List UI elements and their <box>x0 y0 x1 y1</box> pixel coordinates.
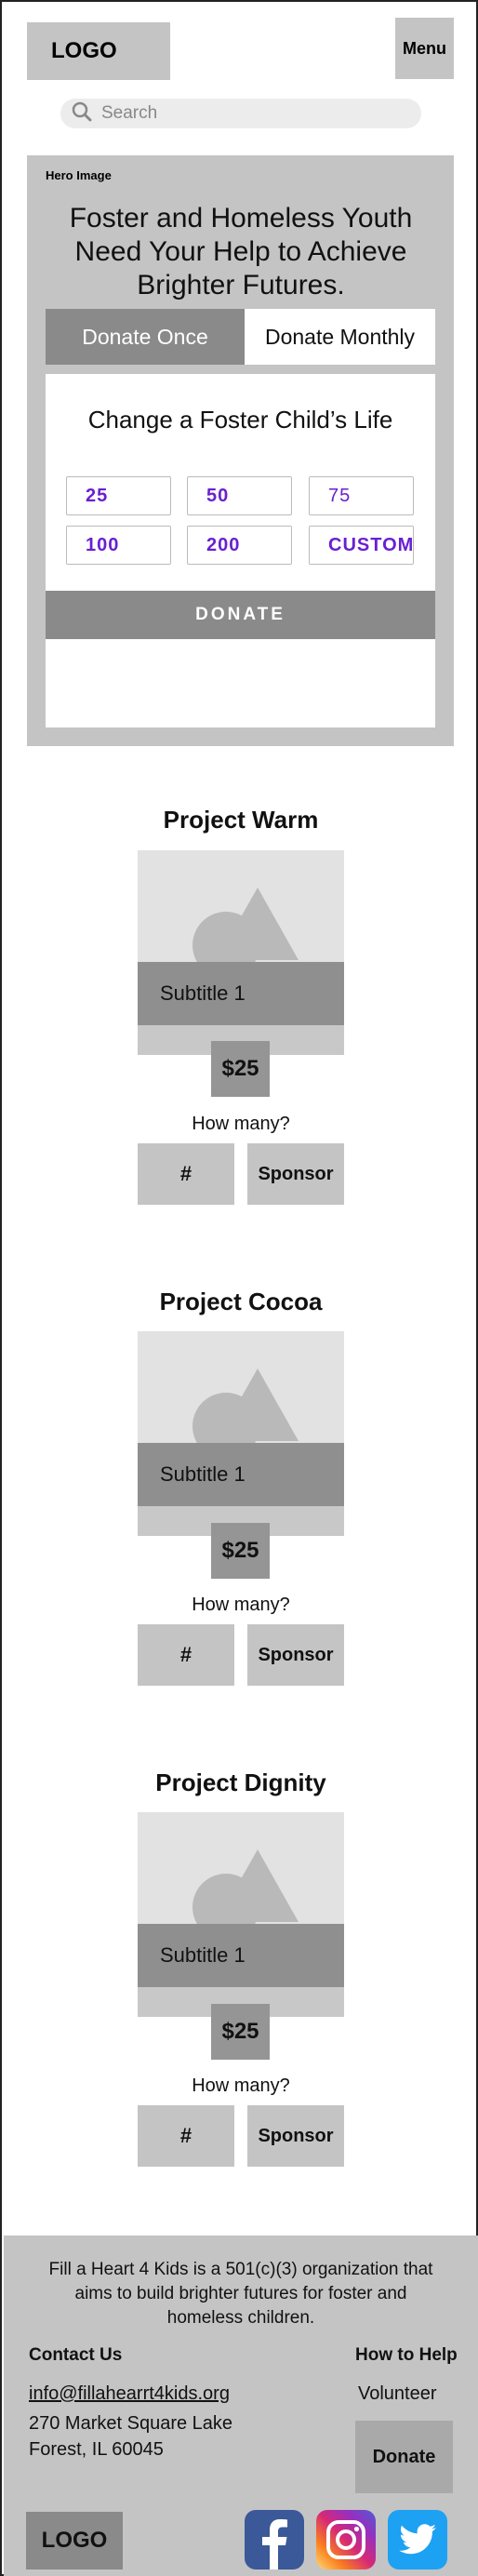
project-subtitle: Subtitle 1 <box>160 1943 246 1967</box>
project-image: Subtitle 1 <box>138 1331 344 1536</box>
instagram-icon[interactable] <box>316 2510 376 2569</box>
project-image: Subtitle 1 <box>138 1812 344 2017</box>
donation-card: Change a Foster Child’s Life 25 50 75 10… <box>46 374 435 727</box>
menu-button[interactable]: Menu <box>395 18 454 79</box>
project-title: Project Dignity <box>155 1768 326 1796</box>
how-many-label: How many? <box>192 1114 290 1134</box>
amount-option-25[interactable]: 25 <box>66 476 171 515</box>
amount-option-75[interactable]: 75 <box>309 476 414 515</box>
footer: Fill a Heart 4 Kids is a 501(c)(3) organ… <box>4 2236 478 2576</box>
sponsor-button[interactable]: Sponsor <box>247 1143 344 1205</box>
footer-donate-button[interactable]: Donate <box>355 2421 453 2493</box>
hero-title: Foster and Homeless Youth Need Your Help… <box>69 203 413 300</box>
amount-option-200[interactable]: 200 <box>187 526 292 565</box>
hero-section: Hero Image Foster and Homeless Youth Nee… <box>27 155 454 746</box>
project-subtitle-bar: Subtitle 1 <box>138 1924 344 1987</box>
volunteer-link[interactable]: Volunteer <box>358 2383 437 2405</box>
project-subtitle-bar: Subtitle 1 <box>138 962 344 1025</box>
how-many-label: How many? <box>192 2075 290 2096</box>
project-title: Project Cocoa <box>159 1288 323 1315</box>
page-frame: LOGO Menu Hero Image Foster and Homeless… <box>0 0 478 2576</box>
amount-option-50[interactable]: 50 <box>187 476 292 515</box>
how-many-label: How many? <box>192 1595 290 1615</box>
how-to-help-heading: How to Help <box>355 2345 458 2365</box>
search-input[interactable] <box>101 103 399 124</box>
donate-button[interactable]: DONATE <box>46 591 435 639</box>
project-subtitle: Subtitle 1 <box>160 981 246 1005</box>
project-price: $25 <box>211 1523 270 1579</box>
search-icon <box>72 101 92 127</box>
sponsor-button[interactable]: Sponsor <box>247 1624 344 1686</box>
project-price: $25 <box>211 2004 270 2060</box>
quantity-field[interactable]: # <box>138 1624 234 1686</box>
quantity-field[interactable]: # <box>138 1143 234 1205</box>
contact-heading: Contact Us <box>29 2345 123 2365</box>
project-subtitle: Subtitle 1 <box>160 1462 246 1486</box>
facebook-icon[interactable] <box>245 2510 304 2569</box>
header-logo[interactable]: LOGO <box>27 22 170 80</box>
amount-option-custom[interactable]: CUSTOM <box>309 526 414 565</box>
footer-logo[interactable]: LOGO <box>26 2512 123 2569</box>
contact-email-link[interactable]: info@fillahearrt4kids.org <box>29 2383 230 2405</box>
amount-option-100[interactable]: 100 <box>66 526 171 565</box>
sponsor-button[interactable]: Sponsor <box>247 2105 344 2167</box>
twitter-icon[interactable] <box>388 2510 447 2569</box>
project-title: Project Warm <box>163 806 319 834</box>
hero-image-label: Hero Image <box>46 168 112 182</box>
mission-statement: Fill a Heart 4 Kids is a 501(c)(3) organ… <box>48 2260 433 2328</box>
donate-once-tab[interactable]: Donate Once <box>46 309 245 365</box>
donation-card-title: Change a Foster Child’s Life <box>87 406 393 434</box>
project-image: Subtitle 1 <box>138 850 344 1055</box>
quantity-field[interactable]: # <box>138 2105 234 2167</box>
donate-monthly-tab[interactable]: Donate Monthly <box>245 309 435 365</box>
project-price: $25 <box>211 1041 270 1097</box>
search-bar[interactable] <box>60 99 421 128</box>
donation-frequency-toggle: Donate Once Donate Monthly <box>46 309 435 365</box>
project-subtitle-bar: Subtitle 1 <box>138 1443 344 1506</box>
contact-address: 270 Market Square Lake Forest, IL 60045 <box>29 2413 233 2460</box>
